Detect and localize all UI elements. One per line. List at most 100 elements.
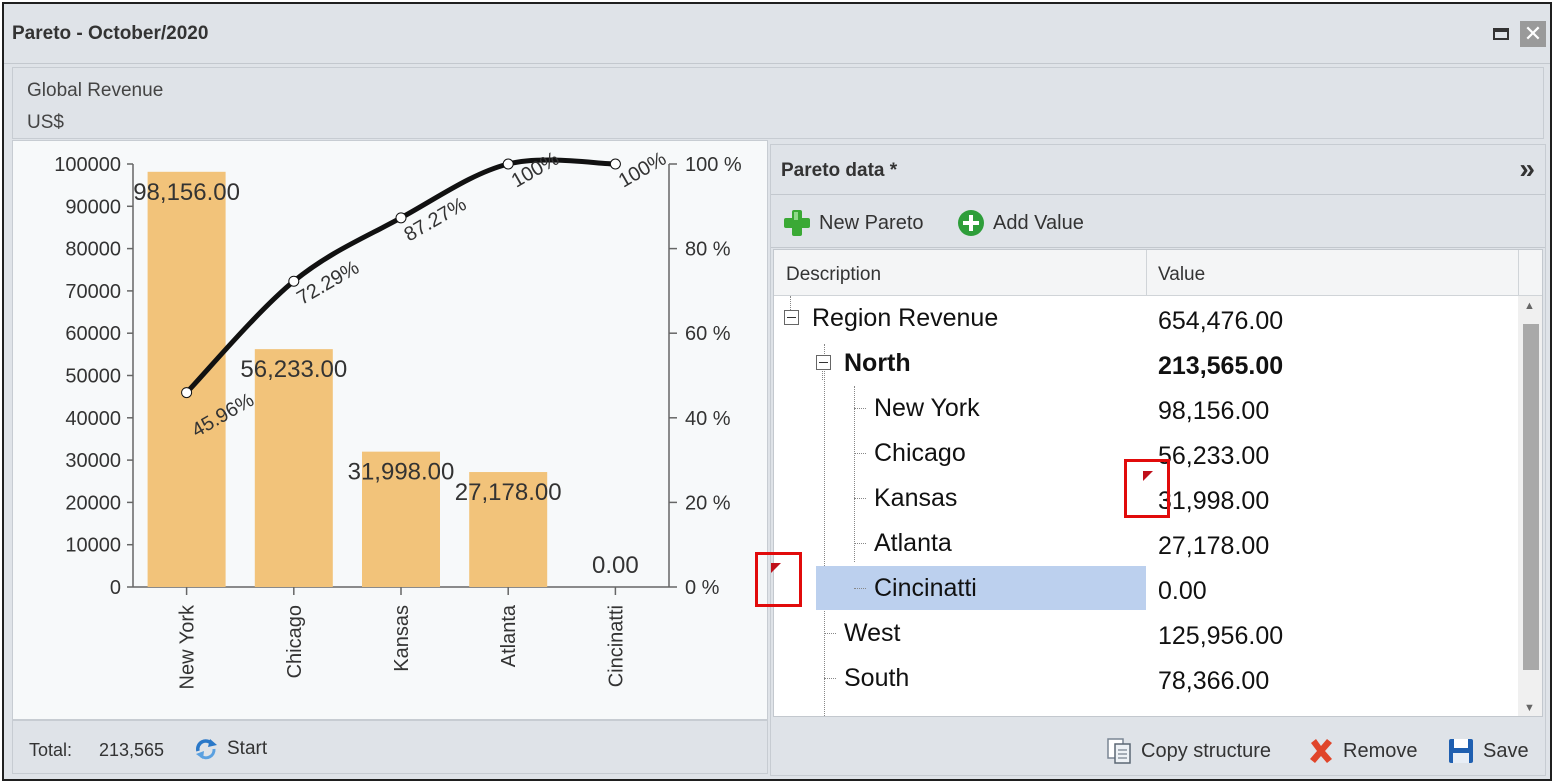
row-value[interactable]: 213,565.00 [1158,352,1283,381]
data-label: 0.00 [592,552,639,579]
data-label: 98,156.00 [133,179,240,206]
row-value[interactable]: 56,233.00 [1158,442,1269,471]
copy-structure-button[interactable]: Copy structure [1105,736,1271,766]
row-label: Chicago [874,439,966,467]
x-tick-label: Chicago [284,605,306,678]
bar [147,171,226,588]
scroll-down-arrow-icon[interactable]: ▼ [1524,702,1535,714]
add-value-label: Add Value [993,211,1084,234]
y-tick-label: 40000 [65,408,121,430]
row-label: West [844,619,901,647]
close-button[interactable]: ✕ [1520,21,1546,47]
x-tick-label: Atlanta [498,604,520,667]
cumulative-label: 100% [508,148,563,193]
y2-tick-label: 60 % [685,323,731,345]
row-label: North [844,349,911,377]
row-label: New York [874,394,980,422]
tree-row-new-york[interactable]: New York 98,156.00 [774,386,1518,431]
red-x-icon [1310,739,1332,763]
tree-row-chicago[interactable]: Chicago 56,233.00 [774,431,1518,476]
pareto-chart: 0 10000 20000 30000 40000 50000 60000 70000 8000… [12,140,768,720]
cumulative-point [288,275,300,287]
data-label: 56,233.00 [240,356,347,383]
maximize-button[interactable] [1488,21,1514,47]
cumulative-label: 72.29% [293,256,363,309]
y2-tick-label: 20 % [685,492,731,514]
row-label: South [844,664,910,692]
row-value[interactable]: 31,998.00 [1158,487,1269,516]
vertical-scrollbar[interactable]: ▲ ▼ [1518,296,1542,716]
y-tick-label: 0 [110,577,121,599]
new-pareto-label: New Pareto [819,211,924,234]
start-button[interactable]: Start [193,735,267,763]
green-plus-icon [784,210,810,236]
panel-header: Pareto data * » [771,145,1545,195]
y2-tick-label: 0 % [685,577,720,599]
cumulative-label: 100% [615,148,670,193]
pareto-tree-grid: Description Value Region Revenue 654,476… [773,249,1543,717]
panel-title: Pareto data * [781,160,898,181]
panel-toolbar: New Pareto Add Value [771,196,1545,248]
tree-row-west[interactable]: West 125,956.00 [774,611,1518,656]
y-tick-label: 50000 [65,366,121,388]
y-tick-label: 80000 [65,239,121,261]
row-value[interactable]: 27,178.00 [1158,532,1269,561]
collapse-icon[interactable] [816,355,831,370]
save-button[interactable]: Save [1447,736,1529,766]
row-value[interactable]: 0.00 [1158,577,1207,606]
pareto-chart-svg: 0 10000 20000 30000 40000 50000 60000 70000 8000… [54,148,742,690]
scrollbar-thumb[interactable] [1523,324,1539,670]
tree-row-kansas[interactable]: Kansas 31,998.00 [774,476,1518,521]
save-floppy-icon [1449,739,1473,763]
y-tick-label: 60000 [65,323,121,345]
tree-row-cincinatti[interactable]: Cincinatti 0.00 [774,566,1518,611]
tree-row-north[interactable]: North 213,565.00 [774,341,1518,386]
x-tick-label: Cincinatti [605,605,627,687]
row-label: Atlanta [874,529,952,557]
row-value[interactable]: 125,956.00 [1158,622,1283,651]
row-label: Region Revenue [812,304,999,332]
chart-title: Global Revenue [27,80,164,101]
row-label: Kansas [874,484,958,512]
y-tick-label: 90000 [65,196,121,218]
copy-structure-label: Copy structure [1141,739,1272,762]
copy-icon [1107,738,1131,764]
save-label: Save [1483,739,1529,762]
remove-label: Remove [1343,739,1418,762]
cell-comment-marker [1143,471,1153,481]
start-label: Start [227,738,268,759]
scroll-up-arrow-icon[interactable]: ▲ [1524,300,1535,312]
column-header-value[interactable]: Value [1158,264,1205,286]
new-pareto-button[interactable]: New Pareto [783,208,924,238]
tree-row-south[interactable]: South 78,366.00 [774,656,1518,701]
collapse-icon[interactable] [784,310,799,325]
add-value-button[interactable]: Add Value [957,208,1084,238]
x-tick-label: Kansas [391,605,413,672]
window-title: Pareto - October/2020 [12,23,209,44]
cumulative-point [502,158,514,170]
maximize-icon [1493,28,1509,40]
tree-row-atlanta[interactable]: Atlanta 27,178.00 [774,521,1518,566]
total-value: 213,565 [99,740,165,760]
cumulative-point [609,158,621,170]
pareto-data-panel: Pareto data * » New Pareto Add Value Des… [770,144,1546,776]
collapse-panel-icon[interactable]: » [1519,153,1535,185]
y-tick-label: 70000 [65,281,121,303]
grid-header: Description Value [774,250,1542,296]
cumulative-point [395,212,407,224]
y-tick-label: 20000 [65,492,121,514]
row-value[interactable]: 98,156.00 [1158,397,1269,426]
row-value[interactable]: 78,366.00 [1158,667,1269,696]
refresh-icon [196,739,217,760]
data-label: 31,998.00 [348,459,455,486]
x-tick-label: New York [177,604,199,689]
chart-header: Global Revenue US$ [12,67,1544,139]
row-value[interactable]: 654,476.00 [1158,307,1283,336]
remove-button[interactable]: Remove [1307,736,1417,766]
y-tick-label: 30000 [65,450,121,472]
row-label: Cincinatti [874,574,977,602]
column-header-description[interactable]: Description [786,264,881,286]
tree-row-region-revenue[interactable]: Region Revenue 654,476.00 [774,296,1518,341]
chart-footer: Total: 213,565 Start [12,720,768,774]
currency-label: US$ [27,112,64,133]
